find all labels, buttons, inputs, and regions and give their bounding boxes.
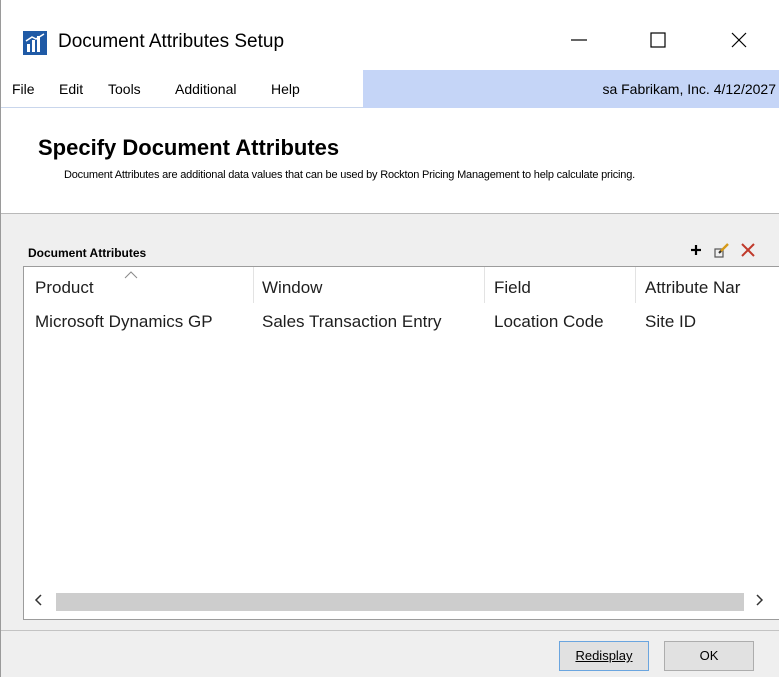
chevron-right-icon <box>754 593 764 612</box>
menu-additional[interactable]: Additional <box>175 80 237 98</box>
close-icon <box>729 30 749 55</box>
edit-icon[interactable] <box>713 241 731 259</box>
grid-header: Product Window Field Attribute Nar <box>24 267 779 303</box>
redisplay-button[interactable]: Redisplay <box>559 641 649 671</box>
document-attributes-window: Document Attributes Setup File Edit Tool… <box>0 0 779 677</box>
table-row[interactable]: Microsoft Dynamics GP Sales Transaction … <box>24 303 779 337</box>
menu-bar: File Edit Tools Additional Help sa Fabri… <box>1 70 779 108</box>
page-title: Specify Document Attributes <box>38 135 340 160</box>
title-bar[interactable]: Document Attributes Setup <box>1 0 779 80</box>
maximize-button[interactable] <box>638 26 678 58</box>
document-attributes-grid[interactable]: Product Window Field Attribute Nar Micro… <box>23 266 779 620</box>
column-divider[interactable] <box>253 267 254 303</box>
content-area: Document Attributes Product Window Field… <box>1 214 779 677</box>
column-divider[interactable] <box>635 267 636 303</box>
cell-field: Location Code <box>494 312 604 331</box>
scroll-left-button[interactable] <box>24 584 54 619</box>
scrollbar-thumb[interactable] <box>56 593 744 611</box>
grid-toolbar <box>687 240 757 260</box>
column-header-attribute-name[interactable]: Attribute Nar <box>645 277 740 299</box>
window-title: Document Attributes Setup <box>58 31 285 52</box>
redisplay-button-label: Redisplay <box>575 648 633 663</box>
menu-file[interactable]: File <box>12 80 35 98</box>
add-icon[interactable] <box>687 241 705 259</box>
cell-attribute-name: Site ID <box>645 312 697 331</box>
menu-tools[interactable]: Tools <box>108 80 141 98</box>
column-header-field[interactable]: Field <box>494 277 531 299</box>
column-divider[interactable] <box>484 267 485 303</box>
ok-button[interactable]: OK <box>664 641 754 671</box>
maximize-icon <box>648 30 668 55</box>
minimize-button[interactable] <box>559 26 599 58</box>
footer-divider <box>1 630 779 631</box>
column-header-window[interactable]: Window <box>262 277 322 299</box>
page-header: Specify Document Attributes Document Att… <box>1 108 779 214</box>
cell-window: Sales Transaction Entry <box>262 312 442 331</box>
delete-icon[interactable] <box>739 241 757 259</box>
user-info-strip: sa Fabrikam, Inc. 4/12/2027 <box>363 70 779 108</box>
menu-help[interactable]: Help <box>271 80 300 98</box>
sort-ascending-icon <box>123 267 139 285</box>
cell-product: Microsoft Dynamics GP <box>35 312 213 331</box>
close-button[interactable] <box>719 26 759 58</box>
menu-edit[interactable]: Edit <box>59 80 83 98</box>
ok-button-label: OK <box>699 648 719 663</box>
horizontal-scrollbar[interactable] <box>24 584 779 619</box>
section-label: Document Attributes <box>28 246 147 260</box>
minimize-icon <box>569 30 589 55</box>
user-company-date: sa Fabrikam, Inc. 4/12/2027 <box>602 81 776 97</box>
scroll-right-button[interactable] <box>744 584 774 619</box>
page-description: Document Attributes are additional data … <box>64 169 635 181</box>
app-chart-icon <box>23 31 47 55</box>
chevron-left-icon <box>34 593 44 612</box>
column-header-product[interactable]: Product <box>35 277 94 299</box>
